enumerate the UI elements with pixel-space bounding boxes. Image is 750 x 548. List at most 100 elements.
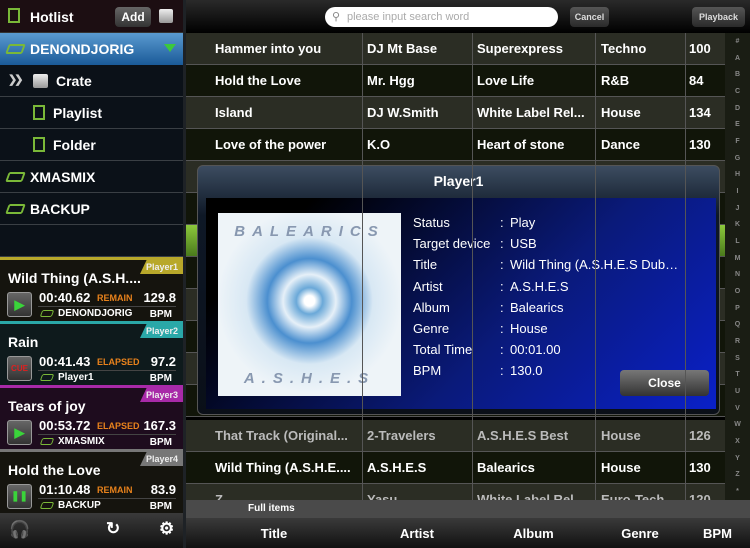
cell-title: Wild Thing (A.S.H.E....	[215, 460, 351, 475]
field-colon: :	[500, 342, 504, 358]
player-time: 00:41.43	[39, 354, 91, 369]
column-header-artist[interactable]: Artist	[362, 526, 472, 541]
divider	[38, 434, 176, 435]
hotlist-header[interactable]: Hotlist Add	[0, 0, 184, 33]
player-tag: Player4	[140, 452, 184, 466]
index-letter[interactable]: L	[735, 238, 739, 245]
column-header-album[interactable]: Album	[472, 526, 595, 541]
index-letter[interactable]: A	[735, 55, 740, 62]
player-time-mode[interactable]: REMAIN	[97, 293, 133, 303]
field-value: USB	[510, 236, 537, 252]
bpm-label: BPM	[149, 309, 172, 320]
play-button[interactable]: ▶	[7, 292, 32, 317]
sidebar: Hotlist Add DENONDJORIG ❯❯ Crate Playlist Fo…	[0, 0, 184, 548]
sidebar-item-crate[interactable]: ❯❯ Crate	[0, 65, 184, 97]
player-time-mode[interactable]: REMAIN	[97, 485, 133, 495]
sidebar-item-playlist[interactable]: Playlist	[0, 97, 184, 129]
index-letter[interactable]: W	[734, 421, 741, 428]
index-letter[interactable]: I	[737, 188, 739, 195]
close-button[interactable]: Close	[620, 370, 709, 396]
player-panel-1[interactable]: Player1 Wild Thing (A.S.H.... ▶ 00:40.62 REM…	[0, 257, 184, 321]
index-letter[interactable]: O	[735, 288, 740, 295]
player-panel-2[interactable]: Player2 Rain CUE 00:41.43 ELAPSED 97.2 Player1…	[0, 321, 184, 385]
cell-album: Superexpress	[477, 41, 563, 56]
column-header-bpm[interactable]: BPM	[685, 526, 750, 541]
index-letter[interactable]: *	[736, 488, 739, 495]
device-icon	[39, 310, 55, 317]
cancel-button[interactable]: Cancel	[570, 7, 609, 27]
index-letter[interactable]: U	[735, 388, 740, 395]
table-row[interactable]: Hold the Love Mr. Hgg Love Life R&B 84	[186, 65, 725, 97]
index-letter[interactable]: G	[735, 155, 740, 162]
device-icon	[5, 44, 26, 54]
index-letter[interactable]: J	[736, 205, 740, 212]
field-label: BPM	[413, 363, 442, 379]
cue-button[interactable]: CUE	[7, 356, 32, 381]
sidebar-item-folder[interactable]: Folder	[0, 129, 184, 161]
index-letter[interactable]: D	[735, 105, 740, 112]
hotlist-icon	[8, 8, 20, 23]
sidebar-item-label: Playlist	[53, 104, 103, 121]
cell-bpm: 100	[689, 41, 711, 56]
headphones-icon[interactable]: 🎧	[9, 520, 30, 540]
player-track-title: Hold the Love	[8, 462, 101, 478]
search-input[interactable]: ⚲ please input search word	[325, 7, 558, 27]
alphabet-index[interactable]: # A B C D E F G H I J K L M N O P Q R S T U V W X Y Z *	[725, 33, 750, 500]
index-letter[interactable]: S	[735, 355, 740, 362]
index-letter[interactable]: Y	[735, 455, 740, 462]
index-letter[interactable]: C	[735, 88, 740, 95]
table-row[interactable]: Love of the power K.O Heart of stone Dance 1…	[186, 129, 725, 161]
index-letter[interactable]: N	[735, 271, 740, 278]
index-letter[interactable]: Z	[735, 471, 739, 478]
gear-icon[interactable]: ⚙	[159, 519, 174, 539]
expand-chevron-icon[interactable]: ❯❯	[8, 73, 24, 86]
index-letter[interactable]: E	[735, 121, 740, 128]
index-letter[interactable]: F	[735, 138, 739, 145]
sidebar-item-backup[interactable]: BACKUP	[0, 193, 184, 225]
cell-artist: Mr. Hgg	[367, 73, 415, 88]
cell-album: White Label Rel...	[477, 105, 585, 120]
full-items-label: Full items	[248, 503, 295, 514]
play-button[interactable]: ▶	[7, 420, 32, 445]
index-letter[interactable]: M	[735, 255, 741, 262]
crate-icon[interactable]	[159, 9, 173, 23]
table-row[interactable]: Island DJ W.Smith White Label Rel... House 1…	[186, 97, 725, 129]
field-colon: :	[500, 363, 504, 379]
sidebar-item-denondjorig[interactable]: DENONDJORIG	[0, 33, 184, 65]
cell-genre: House	[601, 460, 641, 475]
player-bpm: 129.8	[143, 290, 176, 305]
refresh-icon[interactable]: ↻	[106, 519, 120, 539]
column-header-genre[interactable]: Genre	[595, 526, 685, 541]
search-icon: ⚲	[332, 11, 341, 23]
index-letter[interactable]: #	[736, 38, 740, 45]
table-row[interactable]: That Track (Original... 2-Travelers A.S.H.…	[186, 420, 725, 452]
player-time-mode[interactable]: ELAPSED	[97, 421, 140, 431]
index-letter[interactable]: P	[735, 305, 740, 312]
index-letter[interactable]: K	[735, 221, 740, 228]
player-panel-4[interactable]: Player4 Hold the Love ❚❚ 01:10.48 REMAIN 83.9…	[0, 449, 184, 513]
pause-button[interactable]: ❚❚	[7, 484, 32, 509]
full-items-bar[interactable]: Full items	[186, 500, 750, 518]
player-time-mode[interactable]: ELAPSED	[97, 357, 140, 367]
add-button[interactable]: Add	[115, 7, 151, 27]
player-track-title: Tears of joy	[8, 398, 86, 414]
field-colon: :	[500, 299, 504, 315]
field-value: Balearics	[510, 299, 564, 315]
playback-button[interactable]: Playback	[692, 7, 745, 27]
device-icon	[39, 502, 55, 509]
index-letter[interactable]: B	[735, 71, 740, 78]
index-letter[interactable]: T	[735, 371, 739, 378]
player-tag: Player1	[140, 260, 184, 274]
index-letter[interactable]: X	[735, 438, 740, 445]
index-letter[interactable]: H	[735, 171, 740, 178]
column-header-title[interactable]: Title	[186, 526, 362, 541]
player-panel-3[interactable]: Player3 Tears of joy ▶ 00:53.72 ELAPSED 167.3…	[0, 385, 184, 449]
index-letter[interactable]: V	[735, 405, 740, 412]
cell-bpm: 130	[689, 460, 711, 475]
table-row[interactable]: Hammer into you DJ Mt Base Superexpress Tec…	[186, 33, 725, 65]
table-row[interactable]: Wild Thing (A.S.H.E.... A.S.H.E.S Balearic…	[186, 452, 725, 484]
field-colon: :	[500, 257, 504, 273]
index-letter[interactable]: Q	[735, 321, 740, 328]
index-letter[interactable]: R	[735, 338, 740, 345]
sidebar-item-xmasmix[interactable]: XMASMIX	[0, 161, 184, 193]
